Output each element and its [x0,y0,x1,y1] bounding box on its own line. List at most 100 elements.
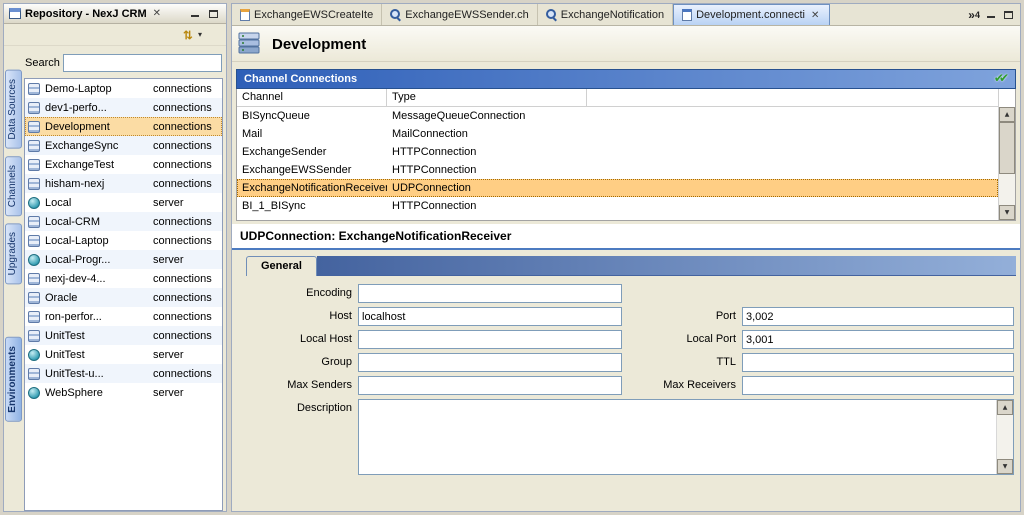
tree-item[interactable]: ExchangeSyncconnections [25,136,222,155]
database-icon [28,216,40,228]
tab-channels[interactable]: Channels [5,156,22,216]
encoding-field[interactable] [358,284,622,303]
tab-exchangenotification[interactable]: ExchangeNotification [538,4,673,25]
form-row: Host Port [236,307,1014,326]
repository-view: Repository - NexJ CRM ✕ ⇄ ▾ Data Sources… [3,3,227,512]
cell-type: MessageQueueConnection [387,110,587,122]
table-row-selected[interactable]: ExchangeNotificationReceiverUDPConnectio… [237,179,998,197]
tree-item-selected[interactable]: Developmentconnections [25,117,222,136]
channel-connections-title: Channel Connections [237,73,357,85]
editor-area: ExchangeEWSCreateIte ExchangeEWSSender.c… [231,3,1021,512]
search-input[interactable] [63,54,222,72]
minimize-button[interactable] [983,8,998,22]
scroll-down-button[interactable]: ▼ [999,205,1015,220]
tab-environments[interactable]: Environments [5,337,22,422]
tab-exchangeewscreateite[interactable]: ExchangeEWSCreateIte [232,4,382,25]
database-icon [28,235,40,247]
database-icon [28,330,40,342]
editor-content: Development Channel Connections ✔✔ Chann… [232,26,1020,511]
maximize-button[interactable] [1001,8,1016,22]
close-icon[interactable]: ✕ [809,10,821,21]
tab-label: ExchangeEWSCreateIte [254,9,373,21]
scroll-up-button[interactable]: ▲ [999,107,1015,122]
scroll-down-button[interactable]: ▼ [997,459,1013,474]
scrollbar-spacer [999,89,1015,107]
tree-item-label: Local-CRM [45,216,153,228]
minimize-icon [987,11,995,19]
database-icon [28,159,40,171]
table-row[interactable]: BI_1_BISyncHTTPConnection [237,197,998,215]
tab-overflow-button[interactable]: » 4 [968,10,980,20]
tree-item[interactable]: ron-perfor...connections [25,307,222,326]
tree-item[interactable]: dev1-perfo...connections [25,98,222,117]
maximize-button[interactable] [206,7,221,21]
view-menu-dropdown[interactable]: ▾ [198,30,202,39]
group-label: Group [236,353,358,372]
tree-item[interactable]: Local-Laptopconnections [25,231,222,250]
tab-general[interactable]: General [246,256,317,276]
port-label: Port [622,307,742,326]
max-senders-label: Max Senders [236,376,358,395]
tab-upgrades[interactable]: Upgrades [5,223,22,284]
close-icon[interactable]: ✕ [151,8,163,19]
tree-item[interactable]: Demo-Laptopconnections [25,79,222,98]
port-field[interactable] [742,307,1014,326]
file-icon [682,9,692,21]
tree-item[interactable]: hisham-nexjconnections [25,174,222,193]
database-icon [28,102,40,114]
tree-item[interactable]: nexj-dev-4...connections [25,269,222,288]
ttl-field[interactable] [742,353,1014,372]
host-field[interactable] [358,307,622,326]
max-receivers-field[interactable] [742,376,1014,395]
column-header-type[interactable]: Type [387,89,587,106]
tree-item-type: connections [153,311,212,323]
link-with-editor-button[interactable]: ⇄ [181,28,196,42]
minimize-button[interactable] [187,7,202,21]
database-icon [28,121,40,133]
scrollbar-track[interactable] [999,122,1015,205]
tree-item[interactable]: UnitTest-u...connections [25,364,222,383]
tab-development-connections[interactable]: Development.connecti ✕ [673,4,830,25]
tree-item-label: ron-perfor... [45,311,153,323]
table-row[interactable]: ExchangeEWSSenderHTTPConnection [237,161,998,179]
validate-check-icon[interactable]: ✔✔ [994,71,1009,85]
tree-item[interactable]: WebSphereserver [25,383,222,402]
server-icon [28,387,40,399]
page-header: Development [232,26,1020,62]
local-host-field[interactable] [358,330,622,349]
repository-view-titlebar: Repository - NexJ CRM ✕ [4,4,226,24]
tab-exchangeewssender[interactable]: ExchangeEWSSender.ch [382,4,538,25]
chevron-icon: » [968,10,975,20]
table-row[interactable]: BISyncQueueMessageQueueConnection [237,107,998,125]
tree-item[interactable]: Oracleconnections [25,288,222,307]
scrollbar-thumb[interactable] [999,122,1015,174]
scroll-up-button[interactable]: ▲ [997,400,1013,415]
repository-view-toolbar: ⇄ ▾ [4,24,226,46]
cell-type: HTTPConnection [387,200,587,212]
group-field[interactable] [358,353,622,372]
channel-connections-header: Channel Connections ✔✔ [236,69,1016,89]
cell-type: MailConnection [387,128,587,140]
description-field[interactable]: ▲ ▼ [358,399,1014,475]
tree-item[interactable]: ExchangeTestconnections [25,155,222,174]
tree-item[interactable]: UnitTestconnections [25,326,222,345]
server-icon [28,349,40,361]
tree-item[interactable]: Local-Progr...server [25,250,222,269]
form-row: Encoding [236,284,1014,303]
tree-item[interactable]: Localserver [25,193,222,212]
scrollbar-track[interactable] [997,415,1013,459]
column-header-channel[interactable]: Channel [237,89,387,106]
table-row[interactable]: MailMailConnection [237,125,998,143]
table-row[interactable]: ExchangeSenderHTTPConnection [237,143,998,161]
max-senders-field[interactable] [358,376,622,395]
tree-item[interactable]: Local-CRMconnections [25,212,222,231]
description-text [359,400,996,474]
database-icon [28,273,40,285]
tree-item-label: Demo-Laptop [45,83,153,95]
search-label: Search [25,57,59,69]
tree-item-type: server [153,349,184,361]
environments-pane: Search Demo-Laptopconnections dev1-perfo… [22,46,226,511]
local-port-field[interactable] [742,330,1014,349]
tree-item[interactable]: UnitTestserver [25,345,222,364]
tab-data-sources[interactable]: Data Sources [5,70,22,149]
